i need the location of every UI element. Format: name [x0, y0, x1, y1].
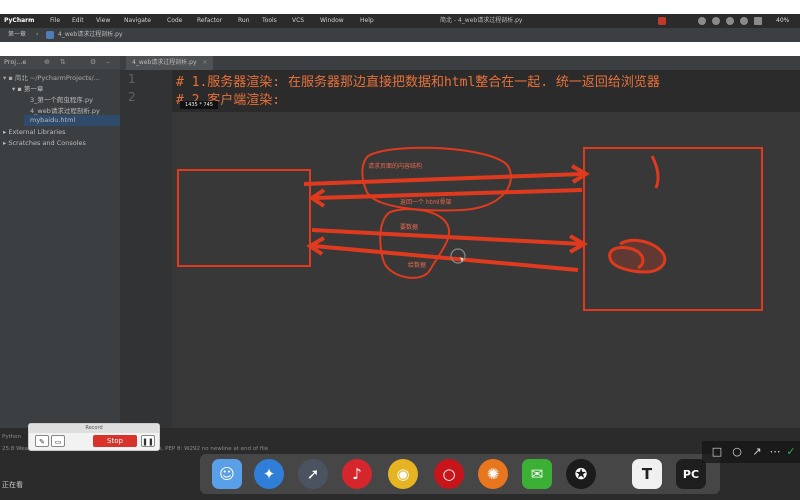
server-box: [583, 147, 763, 311]
arrow-give-data: [313, 244, 579, 272]
menu-help[interactable]: Help: [360, 14, 374, 28]
breadcrumb-folder[interactable]: 第一章: [8, 28, 26, 42]
tree-item-chapter-label: 第一章: [23, 85, 44, 93]
menu-edit[interactable]: Edit: [72, 14, 84, 28]
annotation-request-page: 请求页面的内容结构: [368, 163, 423, 170]
recorder-panel: Record ✎ ▭ Stop ❚❚: [28, 423, 160, 451]
line-number: 1: [128, 72, 136, 86]
menu-code[interactable]: Code: [167, 14, 182, 28]
menu-bar: PyCharm File Edit View Navigate Code Ref…: [0, 14, 800, 29]
pause-icon[interactable]: ❚❚: [141, 435, 155, 447]
drawing-canvas: 请求页面的内容结构 返回一个 html骨架 要数据 给数据: [172, 112, 800, 428]
menu-refactor[interactable]: Refactor: [197, 14, 222, 28]
menu-file[interactable]: File: [50, 14, 60, 28]
run-panel-label[interactable]: Python: [2, 434, 21, 440]
tree-item-html[interactable]: mybaidu.html: [24, 115, 126, 126]
editor-tab-bar: 4_web请求过程剖析.py ×: [120, 56, 800, 70]
qq-icon[interactable]: ✪: [566, 459, 596, 489]
recorder-title: Record: [29, 424, 159, 433]
annotation-drawing: [177, 146, 763, 311]
close-tab-icon[interactable]: ×: [202, 59, 207, 66]
menu-app-name[interactable]: PyCharm: [4, 14, 34, 28]
tab-current-file[interactable]: 4_web请求过程剖析.py ×: [126, 56, 214, 70]
netease-music-icon[interactable]: ♪: [342, 459, 372, 489]
menu-run[interactable]: Run: [238, 14, 250, 28]
tree-item-file-3-label: 3_第一个爬虫程序.py: [30, 96, 93, 104]
battery-icon: [754, 17, 762, 25]
server-mark-stroke: [650, 155, 660, 189]
screen-tool-icon[interactable]: ▭: [51, 435, 65, 447]
python-file-icon: [46, 31, 54, 39]
tree-item-scratches-label: Scratches and Consoles: [8, 139, 86, 147]
annotation-request-data: 要数据: [400, 224, 419, 231]
arrow-tool-icon[interactable]: ↗: [750, 445, 764, 459]
window-title: 简北 - 4_web请求过程剖析.py: [440, 17, 523, 24]
menu-window[interactable]: Window: [320, 14, 344, 28]
breadcrumb: 第一章 › 4_web请求过程剖析.py: [0, 28, 800, 42]
menu-tools[interactable]: Tools: [262, 14, 277, 28]
ellipse-tool-icon[interactable]: ○: [730, 445, 744, 459]
line-gutter: 1 2: [120, 70, 172, 428]
gear-icon[interactable]: ⚙: [90, 56, 96, 69]
sidebar-header: Proj...e ⊕ ⇅ ⚙ –: [0, 56, 120, 69]
firefox-icon[interactable]: ✺: [478, 459, 508, 489]
project-sidebar: Proj...e ⊕ ⇅ ⚙ – ▾ ▪ 简北 ~/PycharmProject…: [0, 56, 126, 428]
menu-view[interactable]: View: [96, 14, 110, 28]
wifi-tray-icon[interactable]: [740, 17, 748, 25]
tree-item-html-label: mybaidu.html: [30, 116, 76, 124]
tab-label: 4_web请求过程剖析.py: [132, 59, 197, 66]
minimize-panel-icon[interactable]: –: [106, 56, 110, 69]
tree-item-file-3[interactable]: 3_第一个爬虫程序.py: [30, 94, 93, 104]
typora-icon[interactable]: T: [632, 459, 662, 489]
tree-item-project-label: 简北 ~/PycharmProjects/...: [14, 74, 100, 82]
server-data-scribble: [608, 238, 667, 274]
sync-tray-icon[interactable]: [712, 17, 720, 25]
status-tray-icon[interactable]: [698, 17, 706, 25]
collapse-icon[interactable]: ⇅: [60, 56, 66, 69]
rectangle-tool-icon[interactable]: □: [710, 445, 724, 459]
safari-icon[interactable]: ✦: [254, 459, 284, 489]
browser-box: [177, 169, 311, 267]
launchpad-icon[interactable]: ➚: [298, 459, 328, 489]
menu-vcs[interactable]: VCS: [292, 14, 304, 28]
code-line-1[interactable]: # 1.服务器渲染: 在服务器那边直接把数据和html整合在一起. 统一返回给浏…: [176, 71, 660, 90]
tree-item-scratches[interactable]: ▸ Scratches and Consoles: [3, 139, 86, 147]
chevron-right-icon: ›: [36, 31, 39, 38]
tree-item-project[interactable]: ▾ ▪ 简北 ~/PycharmProjects/...: [3, 72, 100, 82]
menu-navigate[interactable]: Navigate: [124, 14, 151, 28]
stop-button[interactable]: Stop: [93, 435, 137, 447]
target-icon[interactable]: ⊕: [44, 56, 50, 69]
annotation-give-data: 给数据: [408, 262, 427, 269]
wechat-icon[interactable]: ✉: [522, 459, 552, 489]
tree-item-file-4[interactable]: 4_web请求过程剖析.py: [30, 105, 100, 115]
breadcrumb-file[interactable]: 4_web请求过程剖析.py: [58, 28, 123, 42]
snip-toolbar: □ ○ ↗ ⋯ ✓: [702, 441, 800, 463]
record-indicator-icon: [658, 17, 666, 25]
tree-item-chapter[interactable]: ▾ ▪ 第一章: [12, 83, 43, 93]
pen-tool-icon[interactable]: ✎: [35, 435, 49, 447]
opera-icon[interactable]: ○: [434, 459, 464, 489]
tree-item-file-4-label: 4_web请求过程剖析.py: [30, 107, 100, 115]
confirm-icon[interactable]: ✓: [784, 445, 798, 459]
chrome-icon[interactable]: ◉: [388, 459, 418, 489]
watching-label: 正在看: [2, 481, 23, 489]
annotation-html-skeleton: 返回一个 html骨架: [400, 199, 452, 206]
battery-percent: 40%: [776, 17, 790, 24]
tree-item-external-label: External Libraries: [8, 128, 66, 136]
pycharm-icon[interactable]: PC: [676, 459, 706, 489]
more-tools-icon[interactable]: ⋯: [768, 445, 782, 459]
arrow-request-page: [303, 172, 583, 186]
tree-item-external[interactable]: ▸ External Libraries: [3, 128, 65, 136]
finder-icon[interactable]: ☺: [212, 459, 242, 489]
settings-tray-icon[interactable]: [726, 17, 734, 25]
project-panel-label[interactable]: Proj...e: [4, 56, 26, 69]
dock: ☺ ✦ ➚ ♪ ◉ ○ ✺ ✉ ✪ T PC: [200, 454, 720, 494]
line-number: 2: [128, 90, 136, 104]
size-tooltip: 1435 * 745: [180, 101, 218, 109]
